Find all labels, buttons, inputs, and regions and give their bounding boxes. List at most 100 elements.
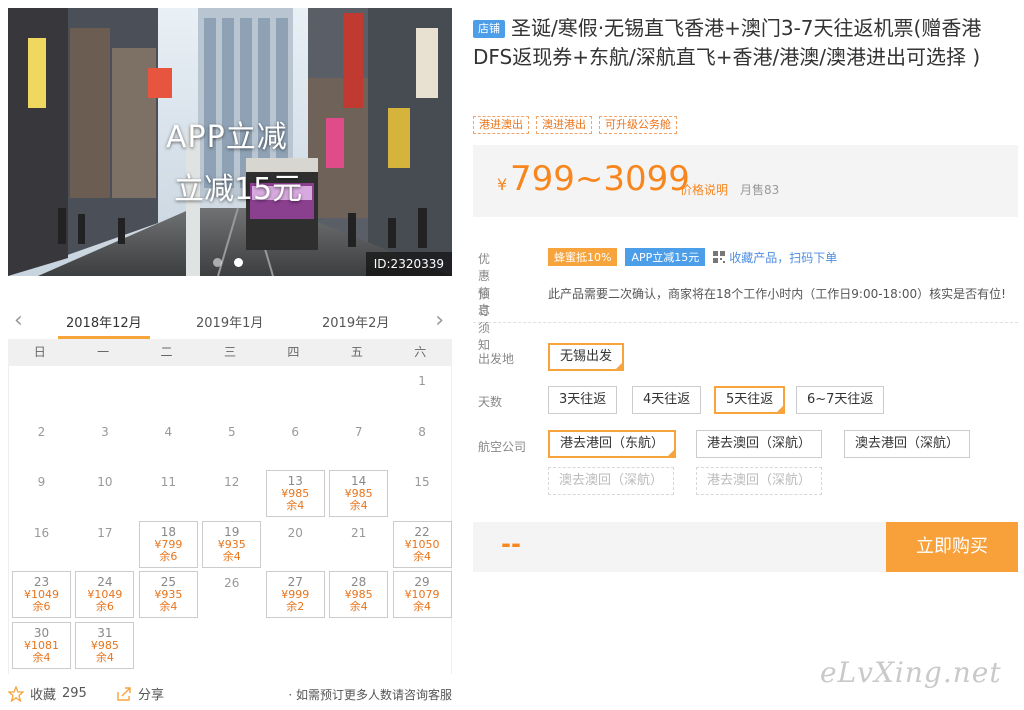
chevron-right-icon[interactable]: › (435, 308, 444, 333)
day-number: 14 (351, 474, 367, 488)
day-number: 2 (37, 424, 46, 439)
qr-code-icon (713, 251, 726, 263)
favorite-count: 295 (62, 686, 87, 701)
day-number: 1 (418, 374, 426, 388)
day-number: 21 (351, 525, 367, 540)
carousel-dot-active[interactable] (234, 258, 243, 267)
day-number: 23 (33, 575, 50, 589)
calendar-day: 7 (329, 420, 388, 467)
calendar-day-available[interactable]: 31 ¥985 余4 (75, 621, 135, 669)
departure-option-selected[interactable]: 无锡出发 (548, 343, 625, 371)
day-number: 25 (160, 575, 176, 589)
calendar-weekday-header: 日 一 二 三 四 五 六 (8, 339, 452, 366)
weekday-label: 一 (97, 345, 110, 359)
calendar-day-available[interactable]: 24 ¥1049 余6 (75, 571, 135, 618)
day-remaining: 余4 (286, 499, 305, 512)
chevron-left-icon[interactable]: ‹ (14, 308, 23, 333)
favorite-scan-link[interactable]: 收藏产品，扫码下单 (713, 249, 837, 266)
calendar-day: 4 (139, 420, 198, 467)
airline-option-disabled: 港去澳回（深航） (696, 467, 823, 495)
calendar-day-available[interactable]: 27 ¥999 余2 (265, 571, 325, 618)
calendar-day-available[interactable]: 22 ¥1050 余4 (392, 520, 452, 568)
day-number: 9 (37, 475, 46, 489)
calendar-day: 16 (12, 521, 71, 568)
day-number: 19 (224, 524, 240, 539)
days-label: 天数 (478, 395, 503, 409)
calendar-day: 12 (202, 470, 261, 517)
calendar-day: 5 (202, 420, 261, 467)
day-remaining: 余2 (286, 600, 305, 613)
calendar-day-available[interactable]: 25 ¥935 余4 (138, 571, 198, 618)
section-divider (473, 322, 1018, 323)
days-option[interactable]: 6~7天往返 (796, 386, 885, 414)
product-tag: 港进澳出 (473, 116, 529, 134)
carousel-dot[interactable] (213, 258, 222, 267)
day-remaining: 余4 (413, 549, 432, 563)
purchase-bar: -- 立即购买 (473, 522, 1018, 572)
favorite-label: 收藏 (30, 688, 57, 703)
day-remaining: 余4 (95, 650, 114, 664)
calendar-day-available[interactable]: 14 ¥985 余4 (329, 470, 389, 517)
calendar-day: 3 (75, 420, 134, 467)
day-remaining: 余6 (95, 600, 114, 613)
day-remaining: 余4 (349, 499, 368, 512)
airline-option[interactable]: 澳去港回（深航） (844, 430, 971, 458)
weekday-label: 四 (287, 345, 300, 359)
day-number: 29 (414, 575, 430, 589)
product-tags: 港进澳出 澳进港出 可升级公务舱 (473, 116, 677, 134)
day-remaining: 余4 (159, 600, 178, 613)
day-number: 13 (287, 474, 303, 488)
calendar-day: 20 (266, 521, 325, 568)
day-number: 11 (160, 475, 176, 489)
calendar-day-available[interactable]: 19 ¥935 余4 (202, 520, 262, 568)
calendar-day-available[interactable]: 18 ¥799 余6 (138, 520, 198, 568)
day-number: 18 (160, 524, 176, 539)
calendar-day-available[interactable]: 13 ¥985 余4 (265, 470, 325, 517)
calendar-day-available[interactable]: 29 ¥1079 余4 (392, 571, 452, 618)
weekday-label: 六 (414, 345, 427, 359)
monthly-sales: 月售83 (740, 183, 780, 197)
price-box: ¥ 799~3099 价格说明 月售83 (473, 145, 1018, 217)
days-option[interactable]: 3天往返 (548, 386, 618, 414)
product-title-text: 圣诞/寒假·无锡直飞香港+澳门3-7天往返机票(赠香港DFS返现券+东航/深航直… (473, 16, 982, 69)
day-number: 22 (414, 524, 430, 539)
weekday-label: 二 (160, 345, 173, 359)
day-number: 6 (291, 424, 300, 439)
calendar-month-tab[interactable]: 2019年1月 (196, 312, 263, 331)
calendar-day-available[interactable]: 28 ¥985 余4 (329, 571, 389, 618)
carousel-dots[interactable] (213, 258, 243, 267)
price-explain-link[interactable]: 价格说明 (680, 181, 728, 198)
calendar-month-tab[interactable]: 2019年2月 (322, 312, 389, 331)
calendar-grid: 1 2 3 4 5 6 7 8 9 10 11 12 13 ¥985 余4 14 ¥985 余4 15 16 17 18 ¥… (8, 366, 452, 674)
app-promo-overlay: APP立减 立减15元 (166, 112, 302, 208)
store-badge[interactable]: 店铺 (473, 20, 505, 38)
weekday-label: 三 (223, 345, 236, 359)
booking-label: 预订须知 (478, 287, 491, 352)
weekday-label: 五 (350, 345, 363, 359)
calendar-month-tab-active[interactable]: 2018年12月 (66, 312, 142, 331)
buy-now-button[interactable]: 立即购买 (886, 522, 1018, 572)
promo-line2: 立减15元 (174, 172, 303, 207)
day-price: ¥985 (90, 638, 119, 652)
star-icon (8, 685, 24, 702)
calendar-day-available[interactable]: 23 ¥1049 余6 (12, 571, 71, 618)
days-option-selected[interactable]: 5天往返 (714, 386, 786, 414)
day-number: 10 (97, 475, 113, 489)
favorite-button[interactable]: 收藏 295 (8, 684, 87, 703)
airline-option-selected[interactable]: 港去港回（东航） (548, 430, 677, 458)
day-remaining: 余6 (32, 600, 51, 613)
calendar-day: 26 (202, 571, 261, 618)
airline-option[interactable]: 港去澳回（深航） (696, 430, 823, 458)
hero-carousel[interactable]: APP立减 立减15元 ID:2320339 (8, 8, 452, 276)
day-remaining: 余4 (222, 549, 241, 563)
day-price: ¥1081 (24, 638, 59, 652)
promo-line1: APP立减 (166, 120, 288, 155)
departure-label: 出发地 (478, 352, 515, 366)
share-button[interactable]: 分享 (116, 684, 164, 703)
days-option[interactable]: 4天往返 (632, 386, 702, 414)
calendar-day-available[interactable]: 30 ¥1081 余4 (12, 621, 71, 669)
day-number: 28 (351, 575, 367, 589)
product-tag: 可升级公务舱 (599, 116, 677, 134)
product-id-label: ID:2320339 (365, 252, 452, 276)
product-title: 店铺 圣诞/寒假·无锡直飞香港+澳门3-7天往返机票(赠香港DFS返现券+东航/深… (473, 14, 1018, 72)
